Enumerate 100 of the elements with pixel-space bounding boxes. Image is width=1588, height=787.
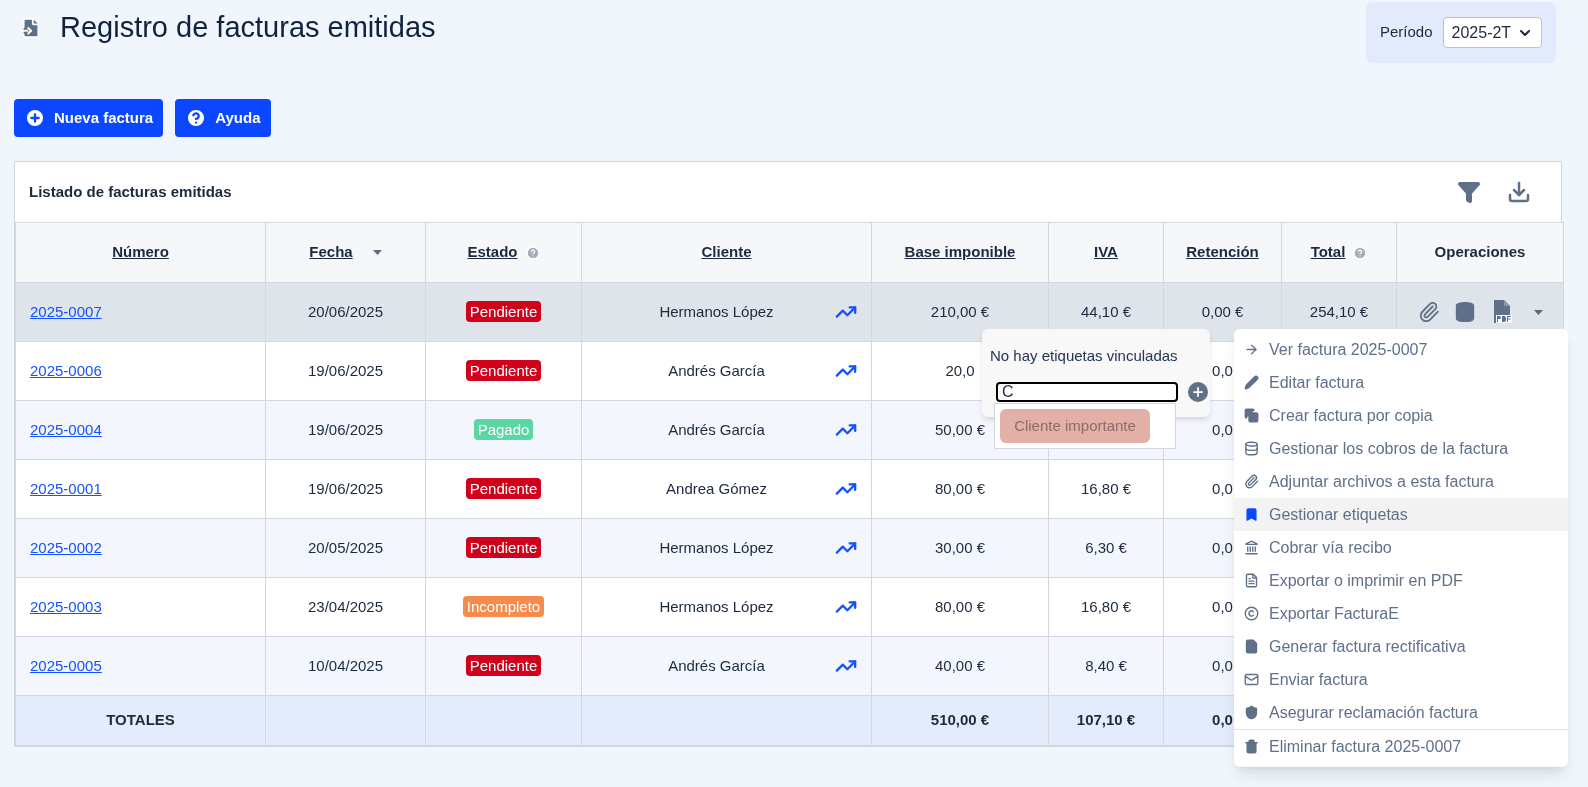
status-badge: Pendiente [465, 359, 542, 381]
table-cell: 0,0 [1212, 361, 1233, 379]
column-header: Operaciones [1396, 222, 1564, 283]
pencil-icon [1244, 375, 1259, 390]
invoice-number-link[interactable]: 2025-0005 [30, 656, 102, 674]
client-name: Andrés García [667, 419, 766, 440]
bookmark-icon [1244, 507, 1259, 522]
arrow-right-icon [1244, 342, 1259, 357]
table-cell: 8,40 € [1085, 656, 1127, 674]
trash-icon [1244, 739, 1259, 754]
invoice-number-link[interactable]: 2025-0001 [30, 479, 102, 497]
menu-item[interactable]: Ver factura 2025-0007 [1234, 333, 1568, 366]
shield-check-icon [1244, 705, 1259, 720]
status-badge: Pendiente [465, 536, 542, 558]
menu-item[interactable]: Gestionar los cobros de la factura [1234, 432, 1568, 465]
new-invoice-button[interactable]: Nueva factura [14, 99, 164, 137]
table-cell: 50,00 € [934, 420, 985, 438]
client-name: Hermanos López [658, 301, 775, 322]
table-cell: 44,10 € [1080, 302, 1131, 320]
mail-icon [1244, 672, 1259, 687]
invoice-number-link[interactable]: 2025-0003 [30, 597, 102, 615]
database-icon [1244, 441, 1259, 456]
status-badge: Pendiente [465, 654, 542, 676]
menu-item[interactable]: Adjuntar archivos a esta factura [1234, 465, 1568, 498]
table-title: Listado de facturas emitidas [29, 181, 232, 202]
client-name: Hermanos López [658, 537, 775, 558]
table-cell: 80,00 € [934, 479, 985, 497]
menu-item[interactable]: Asegurar reclamación factura [1234, 696, 1568, 729]
column-header[interactable]: Estado [425, 222, 582, 283]
menu-item[interactable]: Enviar factura [1234, 663, 1568, 696]
table-cell: 20,0 [945, 361, 975, 379]
table-cell: 19/06/2025 [307, 420, 384, 438]
total-retention: 0,0 [1212, 711, 1233, 729]
menu-item[interactable]: Crear factura por copia [1234, 399, 1568, 432]
table-cell: 30,00 € [934, 538, 985, 556]
status-badge: Pagado [473, 418, 534, 440]
paperclip-icon [1244, 474, 1259, 489]
filter-icon[interactable] [1457, 180, 1481, 204]
table-cell: 0,0 [1212, 656, 1233, 674]
period-select[interactable]: 2025-2T [1442, 17, 1543, 48]
page-title: Registro de facturas emitidas [60, 10, 436, 45]
status-badge: Incompleto [462, 595, 545, 617]
column-header[interactable]: Fecha [265, 222, 426, 283]
menu-item[interactable]: Eliminar factura 2025-0007 [1234, 730, 1568, 763]
menu-item[interactable]: Exportar FacturaE [1234, 597, 1568, 630]
column-header[interactable]: Retención [1163, 222, 1282, 283]
column-header[interactable]: Total [1281, 222, 1397, 283]
circled-letter-icon [1244, 606, 1259, 621]
table-cell: 0,00 € [1201, 302, 1244, 320]
help-button[interactable]: Ayuda [175, 99, 271, 137]
client-name: Hermanos López [658, 596, 775, 617]
menu-item[interactable]: Exportar o imprimir en PDF [1234, 564, 1568, 597]
tag-input-field[interactable]: C [996, 381, 1178, 402]
client-name: Andrea Gómez [665, 478, 768, 499]
total-base: 510,00 € [930, 711, 990, 729]
table-cell: 10/04/2025 [307, 656, 384, 674]
no-tags-message: No hay etiquetas vinculadas [990, 346, 1179, 366]
column-header[interactable]: Cliente [581, 222, 872, 283]
database-icon[interactable] [1453, 301, 1476, 323]
menu-item[interactable]: Cobrar vía recibo [1234, 531, 1568, 564]
help-icon [525, 245, 540, 260]
help-icon [1353, 245, 1368, 260]
sort-caret-icon [372, 250, 382, 255]
table-cell: 20/06/2025 [307, 302, 384, 320]
table-cell: 0,0 [1212, 538, 1233, 556]
menu-item[interactable]: Gestionar etiquetas [1234, 498, 1568, 531]
table-cell: 80,00 € [934, 597, 985, 615]
table-cell: 19/06/2025 [307, 479, 384, 497]
invoice-number-link[interactable]: 2025-0006 [30, 361, 102, 379]
bank-icon [1244, 540, 1259, 555]
download-icon[interactable] [1507, 180, 1531, 204]
table-cell: 40,00 € [934, 656, 985, 674]
column-header[interactable]: Base imponible [871, 222, 1049, 283]
total-iva: 107,10 € [1076, 711, 1136, 729]
period-label: Período [1380, 22, 1433, 43]
invoice-number-link[interactable]: 2025-0004 [30, 420, 102, 438]
table-cell: 20/05/2025 [307, 538, 384, 556]
table-cell: 254,10 € [1309, 302, 1369, 320]
client-name: Andrés García [667, 655, 766, 676]
totals-label: TOTALES [106, 711, 175, 729]
menu-item[interactable]: Editar factura [1234, 366, 1568, 399]
table-cell: 0,0 [1212, 479, 1233, 497]
plus-circle-icon [24, 107, 46, 129]
invoice-number-link[interactable]: 2025-0002 [30, 538, 102, 556]
table-cell: 0,0 [1212, 420, 1233, 438]
column-header[interactable]: IVA [1048, 222, 1164, 283]
client-name: Andrés García [667, 360, 766, 381]
table-cell: 16,80 € [1080, 597, 1131, 615]
table-cell: 6,30 € [1085, 538, 1127, 556]
paperclip-icon[interactable] [1417, 301, 1440, 323]
add-tag-icon[interactable] [1188, 381, 1208, 402]
status-badge: Pendiente [465, 477, 542, 499]
menu-item[interactable]: Generar factura rectificativa [1234, 630, 1568, 663]
table-cell: 0,0 [1212, 597, 1233, 615]
caret-icon [1533, 309, 1543, 315]
table-cell: 23/04/2025 [307, 597, 384, 615]
invoice-number-link[interactable]: 2025-0007 [30, 302, 102, 320]
copy-icon [1244, 408, 1259, 423]
table-cell: 16,80 € [1080, 479, 1131, 497]
column-header[interactable]: Número [15, 222, 266, 283]
